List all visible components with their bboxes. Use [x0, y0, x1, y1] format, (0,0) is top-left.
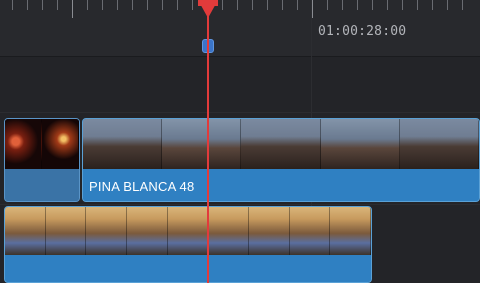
clip-thumbnail [399, 119, 479, 169]
ruler-timecode: 01:00:28:00 [318, 24, 407, 39]
ruler-tick [27, 0, 28, 10]
clip-thumbnails [5, 119, 79, 169]
fire-clip[interactable] [4, 118, 80, 202]
ruler-tick [72, 0, 73, 18]
clip-thumbnails [5, 207, 371, 255]
ruler-tick [222, 0, 223, 10]
clip-thumbnail [249, 207, 290, 255]
clip-thumbnail [289, 207, 331, 255]
ruler-tick [117, 0, 118, 10]
playhead-line[interactable] [207, 8, 209, 283]
clip-thumbnail [45, 207, 87, 255]
clip-label-bar [5, 169, 79, 201]
clip-thumbnail [162, 119, 242, 169]
pina-blanca-clip[interactable]: PINA BLANCA 48 [82, 118, 480, 202]
ruler-tick [102, 0, 103, 10]
clip-thumbnail [330, 207, 371, 255]
ruler-tick [147, 0, 148, 10]
clip-thumbnail [241, 119, 321, 169]
ruler-tick [447, 0, 448, 10]
clip-thumbnail [83, 119, 163, 169]
ruler-tick [297, 0, 298, 10]
track-divider [0, 204, 480, 205]
ruler-tick [462, 0, 463, 10]
ruler-tick [372, 0, 373, 10]
ruler-tick [387, 0, 388, 10]
ruler-tick [192, 0, 193, 10]
clip-thumbnail [127, 207, 168, 255]
playhead-handle-icon[interactable] [198, 0, 218, 18]
ruler-tick [132, 0, 133, 10]
ruler-tick [12, 0, 13, 10]
ruler-tick [162, 0, 163, 10]
clip-label-bar [5, 255, 371, 282]
ruler-tick [417, 0, 418, 10]
clip-thumbnail [5, 207, 46, 255]
room-clip[interactable] [4, 206, 372, 283]
clip-thumbnail [320, 119, 400, 169]
timecode-ruler[interactable]: 01:00:28:00 [0, 0, 480, 57]
ruler-tick [57, 0, 58, 10]
ruler-tick [42, 0, 43, 10]
ruler-tick [432, 0, 433, 10]
clip-name-label: PINA BLANCA 48 [89, 179, 195, 194]
ruler-tick [252, 0, 253, 10]
timeline[interactable]: 01:00:28:00 PINA BLANCA 48 [0, 0, 480, 283]
ruler-tick [402, 0, 403, 10]
ruler-tick [177, 0, 178, 10]
ruler-tick [327, 0, 328, 10]
clip-thumbnail [42, 119, 79, 169]
ruler-tick [357, 0, 358, 10]
clip-thumbnail [5, 119, 42, 169]
ruler-tick [312, 0, 313, 18]
clip-thumbnail [208, 207, 250, 255]
ruler-tick [267, 0, 268, 10]
clip-thumbnail [86, 207, 128, 255]
ruler-tick [342, 0, 343, 10]
ruler-tick [282, 0, 283, 10]
clip-thumbnails [83, 119, 479, 169]
track-divider [0, 112, 480, 113]
ruler-tick [87, 0, 88, 10]
ruler-tick [237, 0, 238, 10]
clip-thumbnail [167, 207, 209, 255]
